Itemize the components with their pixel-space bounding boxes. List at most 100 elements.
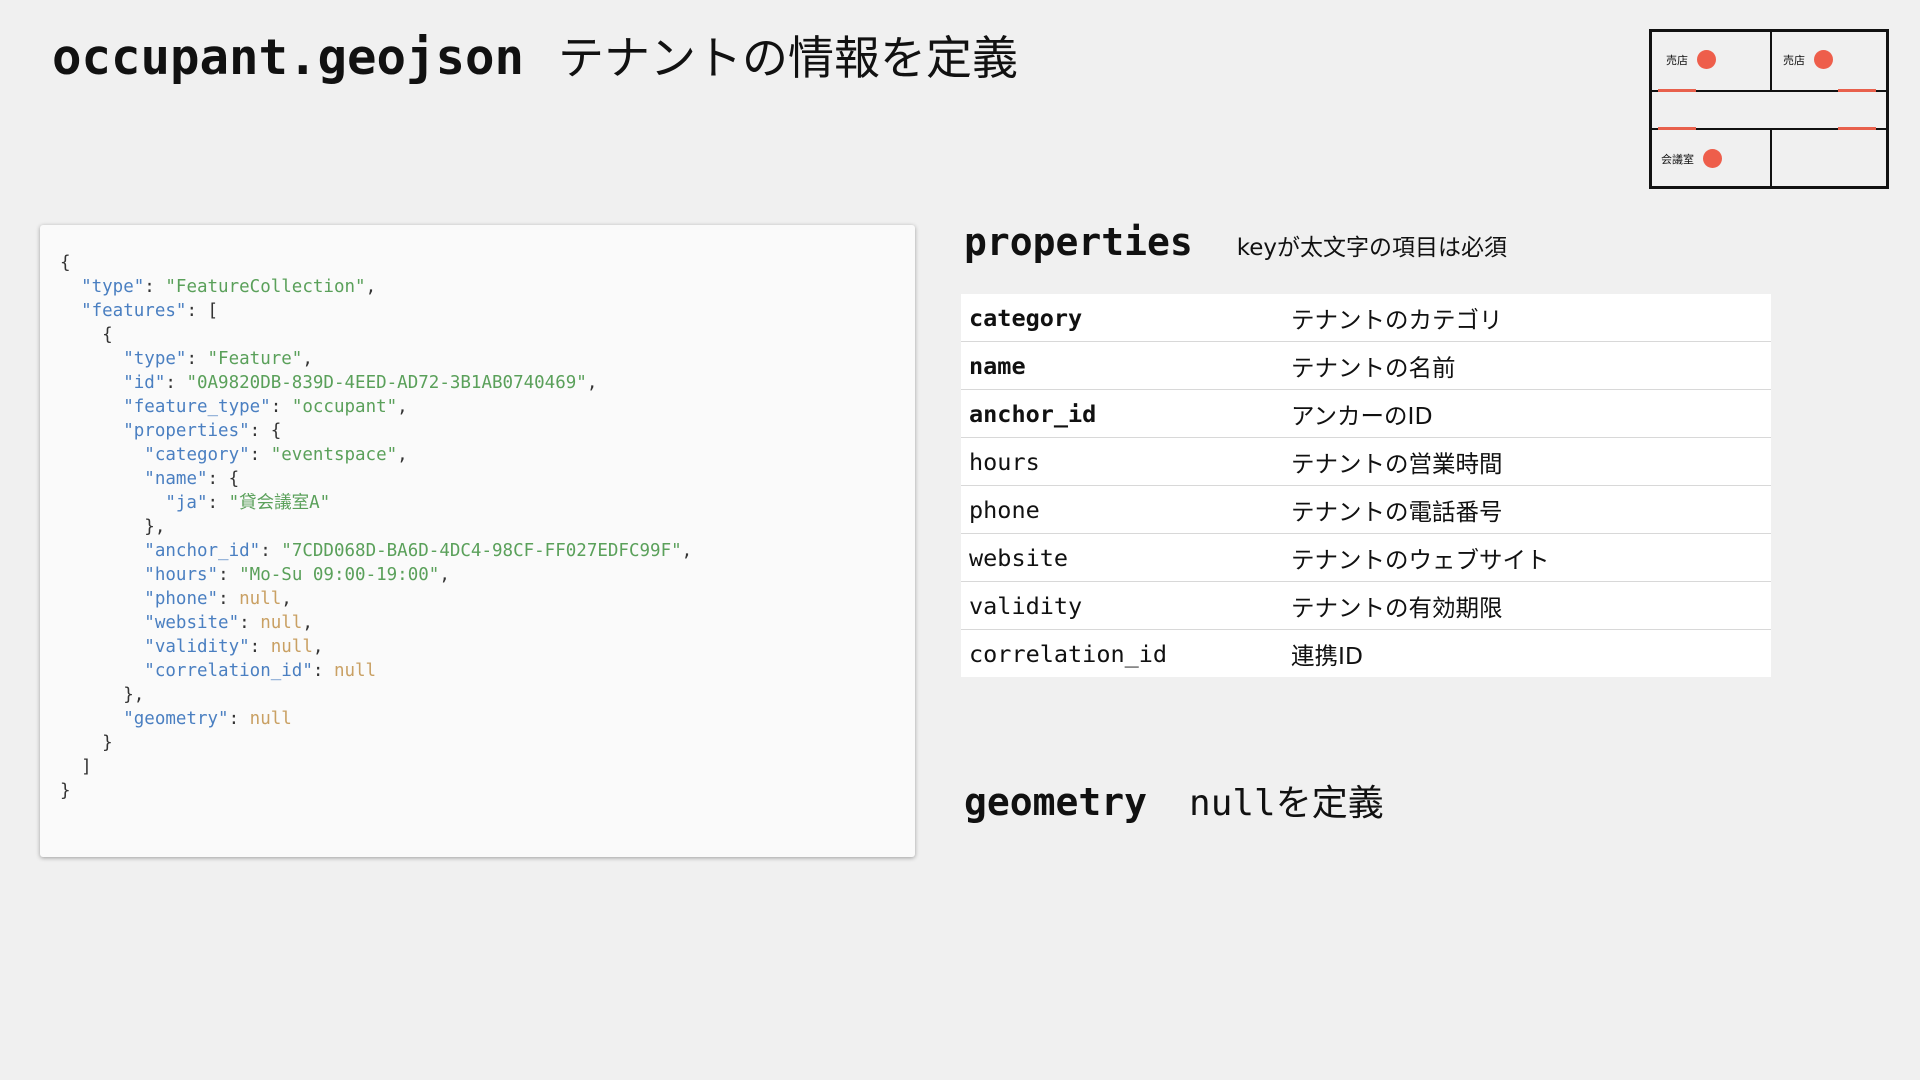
code-block: { "type": "FeatureCollection", "features… [60, 251, 915, 803]
floorplan-room-meeting: 会議室 [1661, 149, 1722, 168]
code-token: , [281, 589, 292, 609]
code-token: "validity" [144, 637, 250, 657]
properties-header: properties keyが太文字の項目は必須 [964, 220, 1507, 264]
floorplan-wall [1770, 32, 1772, 90]
code-token: "Mo-Su 09:00-19:00" [239, 565, 440, 585]
code-token: null [249, 709, 292, 729]
code-token: , [397, 445, 408, 465]
code-token: } [60, 733, 113, 753]
code-token: "name" [144, 469, 208, 489]
room-label: 会議室 [1661, 152, 1694, 166]
code-token: : [ [186, 301, 219, 321]
property-description: アンカーのID [1291, 401, 1433, 430]
code-token: "website" [144, 613, 240, 633]
code-token: : [270, 397, 292, 417]
floorplan-door [1838, 127, 1876, 130]
room-label: 売店 [1783, 53, 1805, 67]
code-token: "ja" [165, 493, 208, 513]
property-key: phone [969, 495, 1040, 524]
slide: occupant.geojson テナントの情報を定義 売店 売店 会議室 { … [0, 0, 1920, 1080]
property-key: hours [969, 447, 1040, 476]
code-token: : [207, 493, 229, 513]
code-line: { [60, 323, 915, 347]
property-description: テナントの名前 [1291, 353, 1456, 382]
code-line: "type": "FeatureCollection", [60, 275, 915, 299]
code-token: : [218, 589, 240, 609]
code-panel: { "type": "FeatureCollection", "features… [40, 225, 915, 857]
property-key: category [969, 303, 1083, 332]
code-token: , [397, 397, 408, 417]
code-line: "phone": null, [60, 587, 915, 611]
code-token: { [60, 253, 71, 273]
properties-title: properties [964, 220, 1193, 264]
occupant-marker-icon [1814, 50, 1833, 69]
property-description: テナントのウェブサイト [1291, 545, 1550, 574]
code-token: "correlation_id" [144, 661, 313, 681]
property-key: validity [969, 591, 1083, 620]
title-filename: occupant.geojson [52, 29, 525, 86]
code-token: : [312, 661, 334, 681]
code-token: "eventspace" [270, 445, 398, 465]
code-token: }, [60, 685, 145, 705]
code-token: null [239, 589, 282, 609]
geometry-description: nullを定義 [1189, 783, 1384, 824]
properties-row: category テナントのカテゴリ [961, 294, 1771, 342]
properties-note: keyが太文字の項目は必須 [1236, 235, 1508, 261]
code-line: "geometry": null [60, 707, 915, 731]
code-token: } [60, 781, 71, 801]
floorplan-door [1838, 89, 1876, 92]
occupant-marker-icon [1703, 149, 1722, 168]
property-key: name [969, 351, 1026, 380]
code-token: : [228, 709, 250, 729]
code-token: , [681, 541, 693, 561]
code-line: "name": { [60, 467, 915, 491]
code-line: "feature_type": "occupant", [60, 395, 915, 419]
property-key: correlation_id [969, 639, 1168, 668]
code-token: : { [249, 421, 282, 441]
code-token: : [249, 637, 271, 657]
occupant-marker-icon [1697, 50, 1716, 69]
code-token: "properties" [123, 421, 250, 441]
code-line: }, [60, 515, 915, 539]
code-token: "貸会議室A" [228, 493, 331, 513]
code-token: "features" [81, 301, 187, 321]
properties-row: correlation_id 連携ID [961, 630, 1771, 677]
code-token: "type" [123, 349, 187, 369]
code-token: "phone" [144, 589, 219, 609]
code-line: }, [60, 683, 915, 707]
code-token: : [186, 349, 208, 369]
property-description: テナントの有効期限 [1291, 593, 1503, 622]
geometry-title: geometry [964, 780, 1148, 824]
code-token: "anchor_id" [144, 541, 261, 561]
floorplan-door [1658, 89, 1696, 92]
code-token: : [260, 541, 282, 561]
code-token: "type" [81, 277, 145, 297]
code-token: "7CDD068D-BA6D-4DC4-98CF-FF027EDFC99F" [281, 541, 682, 561]
code-token: null [270, 637, 313, 657]
code-token: : [218, 565, 240, 585]
property-description: 連携ID [1291, 641, 1364, 670]
code-line: "id": "0A9820DB-839D-4EED-AD72-3B1AB0740… [60, 371, 915, 395]
code-token: null [333, 661, 377, 681]
code-line: "anchor_id": "7CDD068D-BA6D-4DC4-98CF-FF… [60, 539, 915, 563]
code-token: : [239, 613, 261, 633]
code-line: "correlation_id": null [60, 659, 915, 683]
property-description: テナントのカテゴリ [1291, 305, 1503, 334]
code-line: { [60, 251, 915, 275]
code-token: "FeatureCollection" [165, 277, 366, 297]
code-line: "category": "eventspace", [60, 443, 915, 467]
